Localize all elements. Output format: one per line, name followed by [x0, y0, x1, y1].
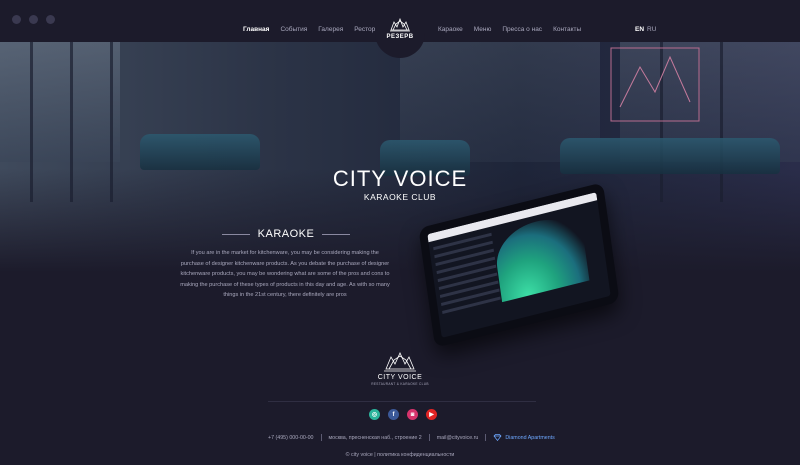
address: москва, пресненская наб., строение 2 — [328, 434, 422, 441]
nav-item-home[interactable]: Главная — [243, 26, 269, 33]
youtube-icon[interactable]: ▶ — [426, 409, 437, 420]
copyright[interactable]: © city voice | политика конфиденциальнос… — [0, 452, 800, 458]
nav-right: Караоке Меню Пресса о нас Контакты — [438, 26, 581, 33]
section-description: If you are in the market for kitchenware… — [180, 250, 390, 299]
window-dot-minimize[interactable] — [29, 15, 38, 24]
hero-subtitle: KARAOKE CLUB — [363, 192, 437, 202]
window-controls — [12, 15, 55, 24]
hero-banner: CITY VOICE KARAOKE CLUB — [0, 42, 800, 272]
instagram-icon[interactable]: ◙ — [407, 409, 418, 420]
window-dot-maximize[interactable] — [46, 15, 55, 24]
crown-logo-icon — [384, 352, 416, 372]
tablet-list-row — [442, 296, 501, 314]
tripadvisor-icon[interactable]: ◎ — [369, 409, 380, 420]
hero-window-left — [0, 42, 120, 162]
partner-name: Diamond Apartments — [505, 434, 555, 441]
reserve-logo-tab[interactable]: РЕЗЕРВ — [375, 0, 425, 58]
tablet-waveform-graphic — [492, 210, 590, 303]
social-links: ◎ f ◙ ▶ — [369, 409, 437, 420]
nav-item-press[interactable]: Пресса о нас — [502, 26, 542, 33]
nav-item-events[interactable]: События — [280, 26, 307, 33]
contact-separator — [320, 434, 322, 441]
footer-logo-name: CITY VOICE — [377, 374, 423, 381]
contact-separator — [428, 434, 430, 441]
email-link[interactable]: mail@cityvoice.ru — [437, 435, 479, 441]
footer-contacts: +7 (495) 000-00-00 москва, пресненская н… — [268, 434, 555, 441]
lang-en[interactable]: EN — [635, 26, 644, 33]
heading-line-left — [222, 233, 250, 235]
phone-number[interactable]: +7 (495) 000-00-00 — [268, 435, 314, 441]
facebook-icon[interactable]: f — [388, 409, 399, 420]
heading-line-right — [322, 233, 350, 235]
section-heading: KARAOKE — [222, 228, 350, 240]
footer-divider — [268, 401, 536, 402]
nav-item-gallery[interactable]: Галерея — [318, 26, 343, 33]
nav-item-menu[interactable]: Меню — [474, 26, 492, 33]
partner-link[interactable]: Diamond Apartments — [493, 434, 555, 441]
language-switcher: EN RU — [635, 26, 656, 33]
neon-sign-decoration — [610, 47, 700, 122]
footer-logo[interactable]: CITY VOICE RESTAURANT & KARAOKE CLUB — [370, 352, 430, 386]
nav-item-karaoke[interactable]: Караоке — [438, 26, 463, 33]
nav-item-contacts[interactable]: Контакты — [553, 26, 581, 33]
diamond-icon — [493, 434, 502, 441]
lang-ru[interactable]: RU — [647, 26, 656, 33]
crown-logo-icon — [390, 18, 410, 32]
nav-left: Главная События Галерея Ресторан — [243, 26, 382, 33]
section-title: KARAOKE — [257, 228, 315, 240]
hero-title: CITY VOICE — [332, 166, 468, 191]
contact-separator — [485, 434, 487, 441]
reserve-label: РЕЗЕРВ — [386, 34, 414, 40]
hero-sofa — [140, 134, 260, 170]
footer-logo-tagline: RESTAURANT & KARAOKE CLUB — [371, 382, 429, 386]
window-dot-close[interactable] — [12, 15, 21, 24]
